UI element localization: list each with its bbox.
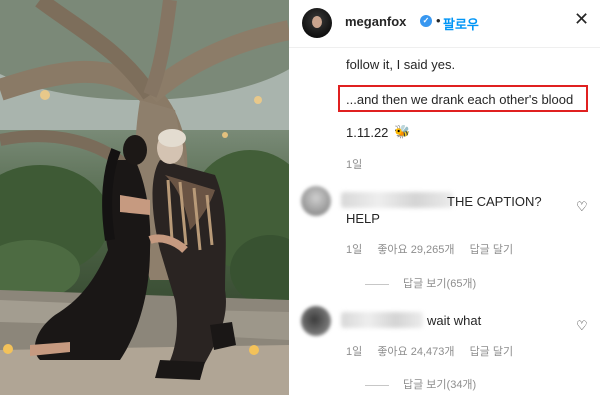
reply-button[interactable]: 답글 달기 <box>470 346 514 358</box>
caption-date: 1.11.22 <box>346 125 389 140</box>
comment-likes[interactable]: 좋아요 24,473개 <box>377 346 454 358</box>
comment-time[interactable]: 1일 <box>346 346 362 358</box>
view-replies-label: 답글 보기(65개) <box>403 278 477 290</box>
heart-outline-icon[interactable]: ♡ <box>576 199 588 215</box>
comment-meta: 1일 좋아요 29,265개 답글 달기 <box>346 241 525 257</box>
replies-divider <box>365 283 389 285</box>
blurred-username <box>341 312 423 328</box>
view-replies-label: 답글 보기(34개) <box>403 379 477 391</box>
comment-time[interactable]: 1일 <box>346 244 362 256</box>
author-username[interactable]: meganfox <box>345 14 406 29</box>
post-photo[interactable] <box>0 0 289 395</box>
comment-likes[interactable]: 좋아요 29,265개 <box>377 244 454 256</box>
header-separator: • <box>436 13 441 28</box>
follow-button[interactable]: 팔로우 <box>443 14 479 33</box>
comment-text-continued: HELP <box>346 211 380 226</box>
bee-emoji-icon: 🐝 <box>394 124 411 139</box>
caption-line-2: ...and then we drank each other's blood <box>346 92 574 107</box>
author-avatar[interactable] <box>302 8 332 38</box>
reply-button[interactable]: 답글 달기 <box>470 244 514 256</box>
comment-text: THE CAPTION? <box>447 194 542 209</box>
close-icon[interactable]: ✕ <box>574 10 589 28</box>
view-replies-button[interactable]: 답글 보기(34개) <box>365 376 476 392</box>
photo-illustration <box>0 0 289 395</box>
caption-line-1: follow it, I said yes. <box>346 57 456 72</box>
comment-avatar[interactable] <box>301 306 331 336</box>
comment-meta: 1일 좋아요 24,473개 답글 달기 <box>346 343 525 359</box>
post-time[interactable]: 1일 <box>346 156 362 172</box>
view-replies-button[interactable]: 답글 보기(65개) <box>365 275 476 291</box>
heart-outline-icon[interactable]: ♡ <box>576 318 588 334</box>
blurred-username <box>341 192 453 208</box>
comment-text: wait what <box>427 313 482 328</box>
comment-avatar[interactable] <box>301 186 331 216</box>
post-header: meganfox ✓ • 팔로우 ✕ <box>289 0 600 48</box>
verified-badge-icon: ✓ <box>420 15 432 27</box>
post-panel: meganfox ✓ • 팔로우 ✕ follow it, I said yes… <box>289 0 600 395</box>
replies-divider <box>365 384 389 386</box>
